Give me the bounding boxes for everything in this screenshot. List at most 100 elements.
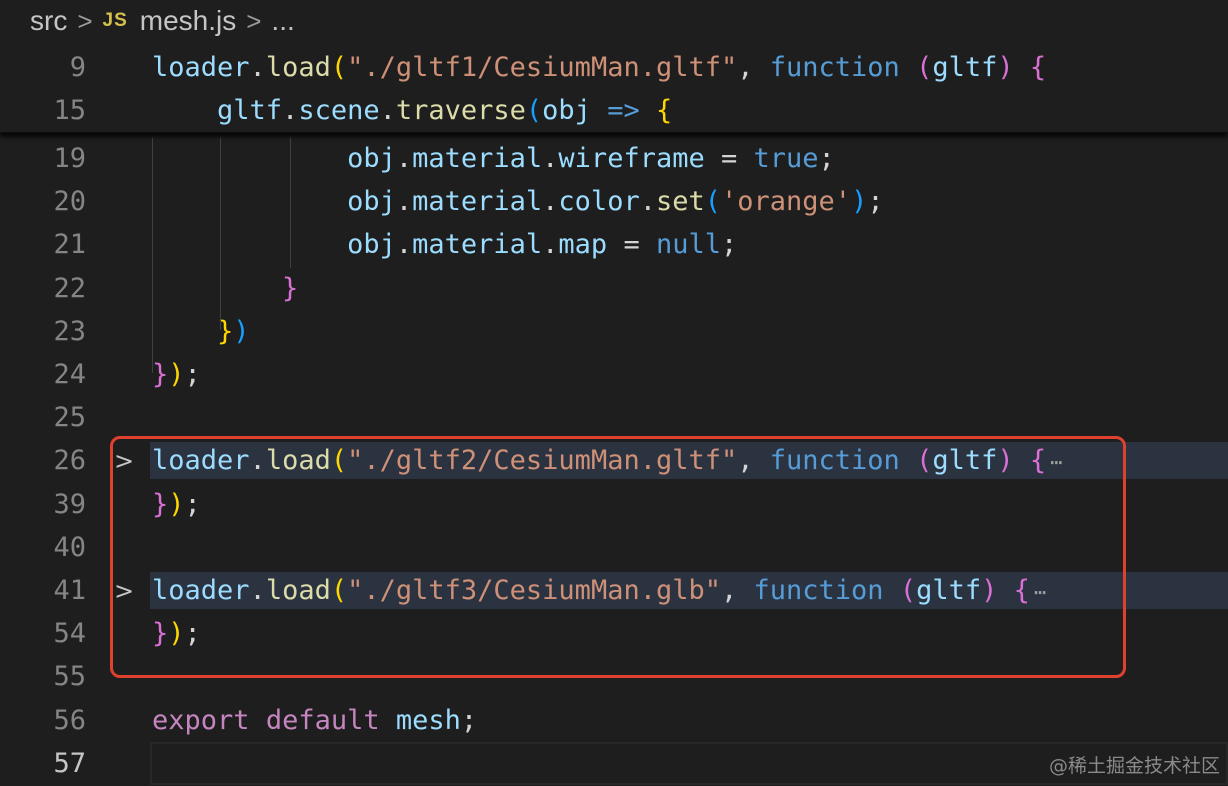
code-token: . (249, 52, 266, 83)
code-token: . (395, 229, 413, 260)
code-token: ( (704, 186, 722, 217)
indent-guide (220, 137, 221, 330)
line-number: 41 (53, 575, 86, 606)
code-token: ) (851, 186, 868, 217)
code-line[interactable]: 22 } (0, 267, 1228, 310)
code-token: "./gltf1/CesiumMan.gltf" (347, 52, 738, 83)
line-number: 21 (53, 229, 86, 260)
code-token: gltf (932, 52, 998, 83)
code-token: ( (525, 95, 543, 126)
breadcrumb-more[interactable]: ... (271, 5, 294, 37)
code-token: => (607, 95, 640, 126)
code-token: scene (298, 95, 380, 126)
code-text: loader.load("./gltf2/CesiumMan.gltf", fu… (152, 445, 1062, 476)
line-number: 25 (53, 402, 86, 433)
code-token: , (720, 575, 754, 606)
code-token: default (265, 705, 380, 736)
code-text: } (152, 273, 298, 304)
breadcrumb-file[interactable]: mesh.js (140, 5, 236, 37)
code-line[interactable]: 54}); (0, 612, 1228, 655)
code-token: . (542, 143, 559, 174)
code-token: ( (330, 575, 348, 606)
code-text: }) (152, 316, 250, 347)
code-line[interactable]: 20 obj.material.color.set('orange'); (0, 180, 1228, 223)
code-token: . (395, 143, 413, 174)
code-token: mesh (395, 705, 461, 736)
code-text: loader.load("./gltf3/CesiumMan.glb", fun… (152, 575, 1046, 606)
code-token: ( (916, 445, 933, 476)
code-token: set (655, 186, 705, 217)
code-token: ) (997, 52, 1014, 83)
code-token: obj (542, 95, 591, 126)
chevron-right-icon: > (77, 5, 93, 36)
code-line[interactable]: 23 }) (0, 310, 1228, 353)
code-token: . (379, 95, 396, 126)
fold-chevron-icon[interactable]: > (114, 447, 134, 475)
code-token: loader (152, 52, 250, 83)
code-text: }); (152, 489, 201, 520)
line-number: 26 (53, 445, 86, 476)
code-token: material (412, 143, 543, 174)
code-token: ; (721, 229, 738, 260)
line-number: 19 (53, 143, 86, 174)
code-token: obj (152, 143, 396, 174)
code-text: obj.material.wireframe = true; (152, 143, 835, 174)
code-token: } (152, 273, 299, 304)
code-line[interactable]: 57 (0, 742, 1228, 785)
code-line[interactable]: >26 loader.load("./gltf2/CesiumMan.gltf",… (0, 439, 1228, 482)
code-token: ) (997, 445, 1014, 476)
code-token: ; (460, 705, 478, 736)
line-number: 24 (53, 359, 86, 390)
code-text: }); (152, 618, 201, 649)
code-token: "./gltf3/CesiumMan.glb" (347, 575, 721, 606)
line-number: 20 (53, 186, 86, 217)
code-token: ; (184, 359, 201, 390)
breadcrumb-folder[interactable]: src (30, 5, 67, 37)
code-line[interactable]: 25 (0, 396, 1228, 439)
code-token: "./gltf2/CesiumMan.gltf" (347, 445, 738, 476)
code-line[interactable]: 9 loader.load("./gltf1/CesiumMan.gltf", f… (0, 46, 1228, 89)
code-line[interactable]: 55 (0, 655, 1228, 698)
code-line[interactable]: 21 obj.material.map = null; (0, 223, 1228, 266)
code-token: gltf (932, 445, 998, 476)
indent-guide (152, 137, 153, 373)
code-line[interactable]: 39}); (0, 483, 1228, 526)
line-number: 15 (53, 95, 86, 126)
code-line[interactable]: 19 obj.material.wireframe = true; (0, 137, 1228, 180)
code-line[interactable]: 40 (0, 526, 1228, 569)
breadcrumb: src > JS mesh.js > ... (0, 0, 1228, 42)
code-token: ) (168, 489, 185, 520)
code-token: 'orange' (721, 186, 852, 217)
code-line[interactable]: 56 export default mesh; (0, 699, 1228, 742)
code-token: { (1029, 52, 1047, 83)
code-token: wireframe (558, 143, 705, 174)
sticky-scroll-header[interactable]: 9 loader.load("./gltf1/CesiumMan.gltf", f… (0, 46, 1228, 133)
code-text: gltf.scene.traverse(obj => { (152, 95, 672, 126)
code-token: ( (330, 445, 348, 476)
code-token: material (412, 229, 543, 260)
code-line[interactable]: 24}); (0, 353, 1228, 396)
code-token: } (152, 359, 169, 390)
code-token: { (1029, 445, 1047, 476)
watermark: @稀土掘金技术社区 (1048, 755, 1220, 777)
code-token: ) (233, 316, 250, 347)
code-token: ⋯ (1033, 580, 1046, 604)
code-line[interactable]: 15 gltf.scene.traverse(obj => { (0, 89, 1228, 132)
code-text: obj.material.map = null; (152, 229, 737, 260)
code-token: , (737, 445, 770, 476)
code-token: gltf (152, 95, 283, 126)
code-token: = (607, 229, 656, 260)
fold-chevron-icon[interactable]: > (114, 577, 134, 605)
code-token: map (558, 229, 608, 260)
code-token: ; (867, 186, 884, 217)
code-line[interactable]: >41 loader.load("./gltf3/CesiumMan.glb", … (0, 569, 1228, 612)
line-number: 9 (69, 52, 86, 83)
